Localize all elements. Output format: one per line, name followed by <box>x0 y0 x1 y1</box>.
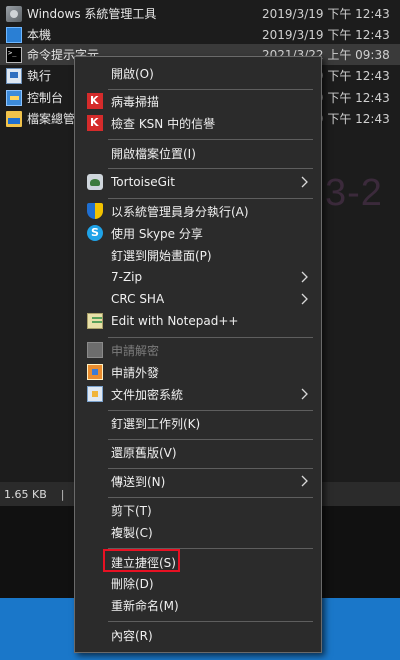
admin-tools-icon <box>6 5 22 22</box>
send-out-icon <box>87 364 103 380</box>
status-size: 1.65 KB <box>4 487 47 501</box>
menu-item-virus-scan[interactable]: 病毒掃描 <box>76 90 320 112</box>
menu-item-crc-sha[interactable]: CRC SHA <box>76 288 320 310</box>
menu-item-pin-start[interactable]: 釘選到開始畫面(P) <box>76 244 320 266</box>
kaspersky-icon <box>87 93 103 109</box>
kaspersky-icon <box>87 115 103 131</box>
menu-item-label: 還原舊版(V) <box>111 445 177 460</box>
control-panel-icon <box>6 89 22 106</box>
file-row[interactable]: 本機 2019/3/19 下午 12:43 <box>0 24 400 45</box>
menu-separator <box>108 621 313 622</box>
file-name: 本機 <box>27 28 52 42</box>
uac-shield-icon <box>87 203 103 219</box>
menu-item-label: 開啟檔案位置(I) <box>111 146 196 161</box>
menu-item-label: 申請解密 <box>111 343 160 358</box>
menu-separator <box>108 468 313 469</box>
menu-item-label: 使用 Skype 分享 <box>111 226 203 241</box>
highlight-box <box>103 549 180 572</box>
menu-item-restore[interactable]: 還原舊版(V) <box>76 441 320 463</box>
menu-item-label: 重新命名(M) <box>111 598 179 613</box>
menu-item-label: 申請外發 <box>111 365 160 380</box>
status-separator: | <box>60 487 65 501</box>
chevron-right-icon <box>301 475 308 487</box>
menu-item-copy[interactable]: 複製(C) <box>76 521 320 543</box>
file-date: 2019/3/19 下午 12:43 <box>262 28 390 42</box>
menu-separator <box>108 439 313 440</box>
tortoisegit-icon <box>87 174 103 190</box>
menu-separator <box>108 139 313 140</box>
menu-item-label: 傳送到(N) <box>111 474 166 489</box>
menu-item-label: TortoiseGit <box>111 175 175 189</box>
menu-item-label: 複製(C) <box>111 525 153 540</box>
menu-item-label: 剪下(T) <box>111 503 152 518</box>
file-date: 2019/3/19 下午 12:43 <box>262 7 390 21</box>
menu-item-tortoisegit[interactable]: TortoiseGit <box>76 171 320 193</box>
menu-item-label: 病毒掃描 <box>111 94 160 109</box>
menu-item-label: 釘選到工作列(K) <box>111 416 201 431</box>
menu-item-skype-share[interactable]: 使用 Skype 分享 <box>76 222 320 244</box>
command-prompt-icon <box>6 46 22 63</box>
menu-item-label: 7-Zip <box>111 270 143 284</box>
menu-item-ksn[interactable]: 檢查 KSN 中的信譽 <box>76 112 320 134</box>
chevron-right-icon <box>301 271 308 283</box>
menu-item-decrypt: 申請解密 <box>76 339 320 361</box>
decrypt-icon <box>87 342 103 358</box>
menu-item-label: CRC SHA <box>111 292 165 306</box>
menu-item-send-to[interactable]: 傳送到(N) <box>76 470 320 492</box>
file-name: Windows 系統管理工具 <box>27 7 157 21</box>
menu-item-delete[interactable]: 刪除(D) <box>76 572 320 594</box>
menu-separator <box>108 198 313 199</box>
menu-item-label: 刪除(D) <box>111 576 154 591</box>
menu-item-label: 文件加密系統 <box>111 387 184 402</box>
menu-item-open[interactable]: 開啟(O) <box>76 62 320 84</box>
menu-item-cut[interactable]: 剪下(T) <box>76 499 320 521</box>
menu-item-properties[interactable]: 內容(R) <box>76 624 320 646</box>
menu-item-label: 以系統管理員身分執行(A) <box>111 204 249 219</box>
file-explorer-icon <box>6 110 22 127</box>
menu-item-label: 檢查 KSN 中的信譽 <box>111 116 216 131</box>
menu-item-request-send[interactable]: 申請外發 <box>76 361 320 383</box>
chevron-right-icon <box>301 176 308 188</box>
menu-separator <box>108 497 313 498</box>
background-text: 3-2 <box>325 172 383 214</box>
notepad-plus-plus-icon <box>87 313 103 329</box>
file-row[interactable]: Windows 系統管理工具 2019/3/19 下午 12:43 <box>0 3 400 24</box>
encryption-system-icon <box>87 386 103 402</box>
menu-item-notepad-pp[interactable]: Edit with Notepad++ <box>76 310 320 332</box>
menu-item-7zip[interactable]: 7-Zip <box>76 266 320 288</box>
menu-item-label: 開啟(O) <box>111 66 154 81</box>
menu-item-open-location[interactable]: 開啟檔案位置(I) <box>76 142 320 164</box>
menu-item-rename[interactable]: 重新命名(M) <box>76 594 320 616</box>
menu-item-label: 釘選到開始畫面(P) <box>111 248 212 263</box>
skype-icon <box>87 225 103 241</box>
menu-item-pin-taskbar[interactable]: 釘選到工作列(K) <box>76 412 320 434</box>
menu-separator <box>108 337 313 338</box>
menu-separator <box>108 410 313 411</box>
chevron-right-icon <box>301 293 308 305</box>
menu-item-label: 內容(R) <box>111 628 153 643</box>
menu-separator <box>108 168 313 169</box>
menu-item-label: Edit with Notepad++ <box>111 314 239 328</box>
run-icon <box>6 67 22 84</box>
menu-item-run-as-admin[interactable]: 以系統管理員身分執行(A) <box>76 200 320 222</box>
this-pc-icon <box>6 26 22 43</box>
chevron-right-icon <box>301 388 308 400</box>
menu-item-encryption[interactable]: 文件加密系統 <box>76 383 320 405</box>
